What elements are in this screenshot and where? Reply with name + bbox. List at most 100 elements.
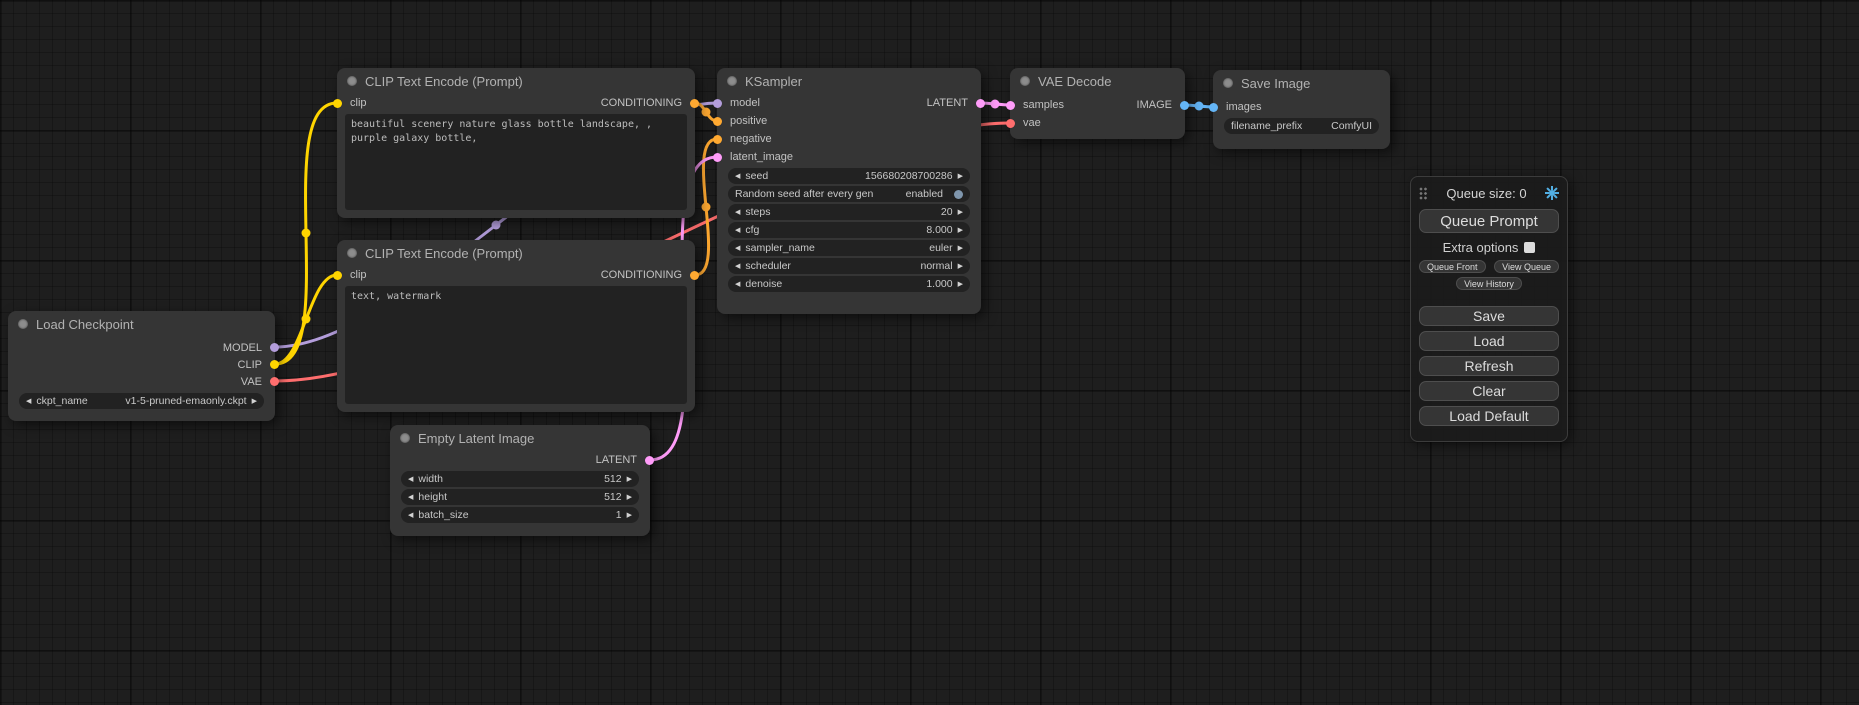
node-collapse-dot[interactable] <box>400 433 410 443</box>
node-title: Load Checkpoint <box>36 317 134 332</box>
extra-options-row: Extra options <box>1419 240 1559 255</box>
decrement-arrow-icon[interactable]: ◀ <box>735 263 740 270</box>
save-button[interactable]: Save <box>1419 306 1559 326</box>
output-slot-clip: CLIP <box>8 356 275 373</box>
decrement-arrow-icon[interactable]: ◀ <box>735 209 740 216</box>
queue-panel: Queue size: 0 Queue <box>1410 176 1568 442</box>
increment-arrow-icon[interactable]: ▶ <box>958 245 963 252</box>
link-midpoint-dot <box>991 100 1000 109</box>
node-collapse-dot[interactable] <box>1223 78 1233 88</box>
toggle-dot[interactable] <box>954 190 963 199</box>
extra-options-checkbox[interactable] <box>1524 242 1535 253</box>
view-queue-button[interactable]: View Queue <box>1494 260 1559 273</box>
node-collapse-dot[interactable] <box>18 319 28 329</box>
decrement-arrow-icon[interactable]: ◀ <box>408 476 413 483</box>
link-midpoint-dot <box>302 229 311 238</box>
node-empty-latent-image[interactable]: Empty Latent Image LATENT ◀ width 512 ▶ … <box>390 425 650 536</box>
conditioning-output-dot[interactable] <box>690 271 699 280</box>
output-slot-model: MODEL <box>8 339 275 356</box>
clear-button[interactable]: Clear <box>1419 381 1559 401</box>
image-output-dot[interactable] <box>1180 101 1189 110</box>
node-save-image[interactable]: Save Image images filename_prefix ComfyU… <box>1213 70 1390 149</box>
positive-input-dot[interactable] <box>713 117 722 126</box>
negative-input-dot[interactable] <box>713 135 722 144</box>
drag-handle-icon[interactable] <box>1419 187 1428 200</box>
widget-batch-size[interactable]: ◀ batch_size 1 ▶ <box>401 507 639 523</box>
node-title-bar[interactable]: Load Checkpoint <box>8 311 275 337</box>
latent-output-dot[interactable] <box>976 99 985 108</box>
model-input-dot[interactable] <box>713 99 722 108</box>
widget-steps[interactable]: ◀ steps 20 ▶ <box>728 204 970 220</box>
samples-input-dot[interactable] <box>1006 101 1015 110</box>
widget-sampler-name[interactable]: ◀ sampler_name euler ▶ <box>728 240 970 256</box>
widget-random-seed-toggle[interactable]: Random seed after every gen enabled <box>728 186 970 202</box>
widget-height[interactable]: ◀ height 512 ▶ <box>401 489 639 505</box>
node-clip-text-encode-negative[interactable]: CLIP Text Encode (Prompt) clip CONDITION… <box>337 240 695 412</box>
decrement-arrow-icon[interactable]: ◀ <box>26 398 31 405</box>
node-title-bar[interactable]: CLIP Text Encode (Prompt) <box>337 68 695 94</box>
clip-input-dot[interactable] <box>333 271 342 280</box>
refresh-button[interactable]: Refresh <box>1419 356 1559 376</box>
increment-arrow-icon[interactable]: ▶ <box>958 281 963 288</box>
decrement-arrow-icon[interactable]: ◀ <box>735 173 740 180</box>
widget-cfg[interactable]: ◀ cfg 8.000 ▶ <box>728 222 970 238</box>
increment-arrow-icon[interactable]: ▶ <box>958 227 963 234</box>
increment-arrow-icon[interactable]: ▶ <box>958 263 963 270</box>
view-history-button[interactable]: View History <box>1456 277 1522 290</box>
node-title: KSampler <box>745 74 802 89</box>
decrement-arrow-icon[interactable]: ◀ <box>735 281 740 288</box>
node-clip-text-encode-positive[interactable]: CLIP Text Encode (Prompt) clip CONDITION… <box>337 68 695 218</box>
model-output-dot[interactable] <box>270 343 279 352</box>
input-slot-negative: negative <box>717 130 981 148</box>
increment-arrow-icon[interactable]: ▶ <box>627 476 632 483</box>
conditioning-output-dot[interactable] <box>690 99 699 108</box>
queue-prompt-button[interactable]: Queue Prompt <box>1419 209 1559 233</box>
decrement-arrow-icon[interactable]: ◀ <box>735 245 740 252</box>
prompt-textarea[interactable]: beautiful scenery nature glass bottle la… <box>345 114 687 210</box>
node-vae-decode[interactable]: VAE Decode samples IMAGE vae <box>1010 68 1185 139</box>
images-input-dot[interactable] <box>1209 103 1218 112</box>
load-default-button[interactable]: Load Default <box>1419 406 1559 426</box>
latent-image-input-dot[interactable] <box>713 153 722 162</box>
node-ksampler[interactable]: KSampler model LATENT positive negative … <box>717 68 981 314</box>
load-button[interactable]: Load <box>1419 331 1559 351</box>
node-title-bar[interactable]: CLIP Text Encode (Prompt) <box>337 240 695 266</box>
clip-input-dot[interactable] <box>333 99 342 108</box>
widget-seed[interactable]: ◀ seed 156680208700286 ▶ <box>728 168 970 184</box>
node-title-bar[interactable]: Save Image <box>1213 70 1390 96</box>
widget-denoise[interactable]: ◀ denoise 1.000 ▶ <box>728 276 970 292</box>
node-collapse-dot[interactable] <box>347 248 357 258</box>
widget-filename-prefix[interactable]: filename_prefix ComfyUI <box>1224 118 1379 134</box>
widget-scheduler[interactable]: ◀ scheduler normal ▶ <box>728 258 970 274</box>
widget-width[interactable]: ◀ width 512 ▶ <box>401 471 639 487</box>
increment-arrow-icon[interactable]: ▶ <box>252 398 257 405</box>
history-row: View History <box>1419 277 1559 290</box>
node-collapse-dot[interactable] <box>1020 76 1030 86</box>
queue-front-button[interactable]: Queue Front <box>1419 260 1486 273</box>
node-title-bar[interactable]: Empty Latent Image <box>390 425 650 451</box>
decrement-arrow-icon[interactable]: ◀ <box>408 494 413 501</box>
queue-panel-header: Queue size: 0 <box>1419 183 1559 203</box>
node-title-bar[interactable]: KSampler <box>717 68 981 94</box>
increment-arrow-icon[interactable]: ▶ <box>627 512 632 519</box>
node-graph-canvas[interactable]: Load Checkpoint MODEL CLIP VAE ◀ ckpt_na… <box>0 0 1859 705</box>
node-title-bar[interactable]: VAE Decode <box>1010 68 1185 94</box>
vae-output-dot[interactable] <box>270 377 279 386</box>
node-title: CLIP Text Encode (Prompt) <box>365 246 523 261</box>
vae-input-dot[interactable] <box>1006 119 1015 128</box>
node-load-checkpoint[interactable]: Load Checkpoint MODEL CLIP VAE ◀ ckpt_na… <box>8 311 275 421</box>
prompt-textarea[interactable]: text, watermark <box>345 286 687 404</box>
node-collapse-dot[interactable] <box>347 76 357 86</box>
link-midpoint-dot <box>1195 102 1204 111</box>
decrement-arrow-icon[interactable]: ◀ <box>408 512 413 519</box>
decrement-arrow-icon[interactable]: ◀ <box>735 227 740 234</box>
settings-gear-icon[interactable] <box>1545 186 1559 200</box>
widget-ckpt-name[interactable]: ◀ ckpt_name v1-5-pruned-emaonly.ckpt ▶ <box>19 393 264 409</box>
latent-output-dot[interactable] <box>645 456 654 465</box>
clip-output-dot[interactable] <box>270 360 279 369</box>
increment-arrow-icon[interactable]: ▶ <box>958 209 963 216</box>
increment-arrow-icon[interactable]: ▶ <box>958 173 963 180</box>
node-collapse-dot[interactable] <box>727 76 737 86</box>
increment-arrow-icon[interactable]: ▶ <box>627 494 632 501</box>
slot-row-samples-image: samples IMAGE <box>1010 96 1185 114</box>
